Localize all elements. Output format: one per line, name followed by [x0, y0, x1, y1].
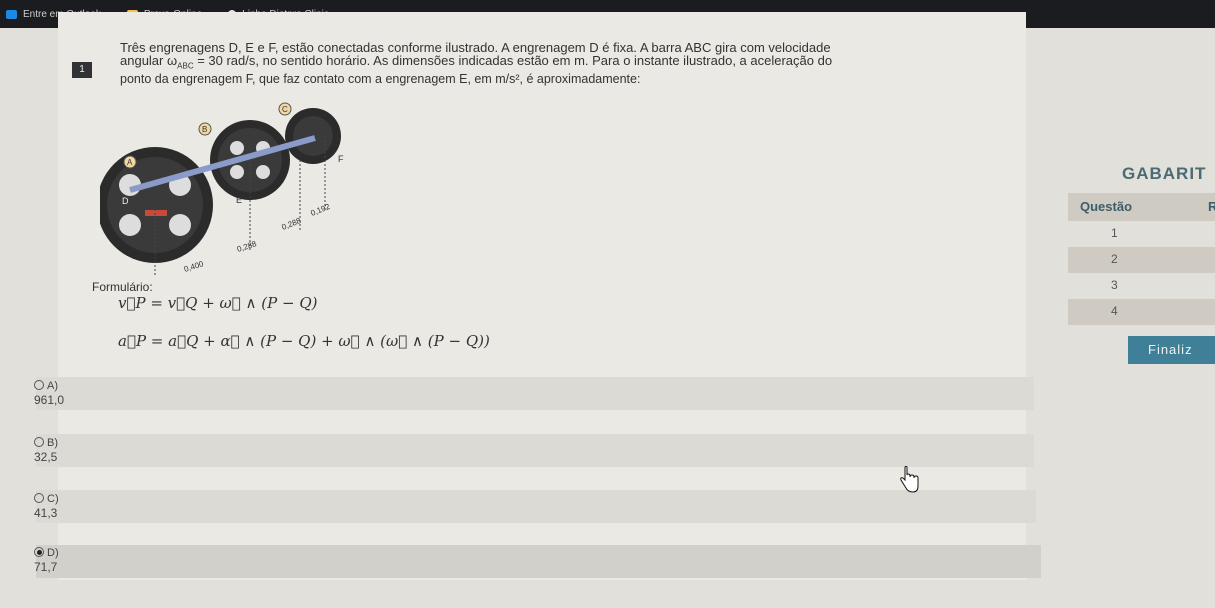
gabarito-title: GABARIT: [1122, 164, 1207, 183]
option-b[interactable]: B) 32,5: [34, 437, 58, 464]
option-a[interactable]: A) 961,0: [34, 380, 64, 407]
radio-d[interactable]: [34, 547, 44, 558]
velocity-equation: v⃗P = v⃗Q + ω⃗ ∧ (P − Q): [118, 294, 318, 312]
outlook-icon: [6, 9, 17, 19]
option-c[interactable]: C) 41,3: [34, 493, 59, 520]
finaliza-button[interactable]: Finaliz: [1128, 336, 1215, 364]
gabarito-row[interactable]: 4: [1068, 299, 1215, 325]
pin-d: [145, 210, 167, 216]
question-number: 1: [72, 62, 92, 78]
radio-b[interactable]: [34, 437, 44, 448]
gabarito-row[interactable]: 1: [1068, 221, 1215, 247]
label-e: E: [236, 195, 242, 205]
col-questao: Questão: [1080, 199, 1133, 214]
label-d: D: [122, 196, 129, 206]
radio-c[interactable]: [34, 493, 44, 504]
acceleration-equation: a⃗P = a⃗Q + α⃗ ∧ (P − Q) + ω⃗ ∧ (ω⃗ ∧ (P…: [118, 332, 490, 350]
hand-cursor-icon: [900, 466, 919, 493]
label-c: C: [282, 105, 288, 114]
label-b: B: [202, 125, 207, 134]
gear-d: [100, 147, 213, 263]
gabarito-row[interactable]: 3: [1068, 273, 1215, 299]
formula-label: Formulário:: [92, 280, 153, 294]
option-row-d: [36, 545, 1041, 578]
dim-0400: 0,400: [183, 259, 205, 274]
gabarito-row[interactable]: 2: [1068, 247, 1215, 273]
question-statement: Três engrenagens D, E e F, estão conecta…: [120, 41, 1000, 86]
statement-line-2: angular ωABC = 30 rad/s, no sentido horá…: [120, 52, 833, 71]
col-r: R: [1208, 199, 1215, 214]
dim-0192: 0,192: [309, 202, 331, 218]
option-row-c: [36, 490, 1036, 523]
radio-a[interactable]: [34, 380, 44, 391]
gabarito-header: Questão R: [1068, 193, 1215, 221]
option-d[interactable]: D) 71,7: [34, 547, 59, 574]
option-row-a: [36, 377, 1034, 410]
option-d-value: 71,7: [34, 560, 58, 574]
statement-line-3: ponto da engrenagem F, que faz contato c…: [120, 71, 641, 86]
option-c-value: 41,3: [34, 506, 58, 520]
dim-0288-a: 0,288: [236, 239, 258, 254]
label-f: F: [338, 154, 344, 164]
option-row-b: [36, 434, 1034, 467]
option-b-value: 32,5: [34, 450, 58, 464]
gear-diagram: A B C D E F 0,400 0,288 0,288 0,192: [100, 102, 344, 275]
dim-0288-b: 0,288: [280, 216, 302, 232]
option-a-value: 961,0: [34, 393, 65, 407]
label-a: A: [127, 158, 133, 167]
